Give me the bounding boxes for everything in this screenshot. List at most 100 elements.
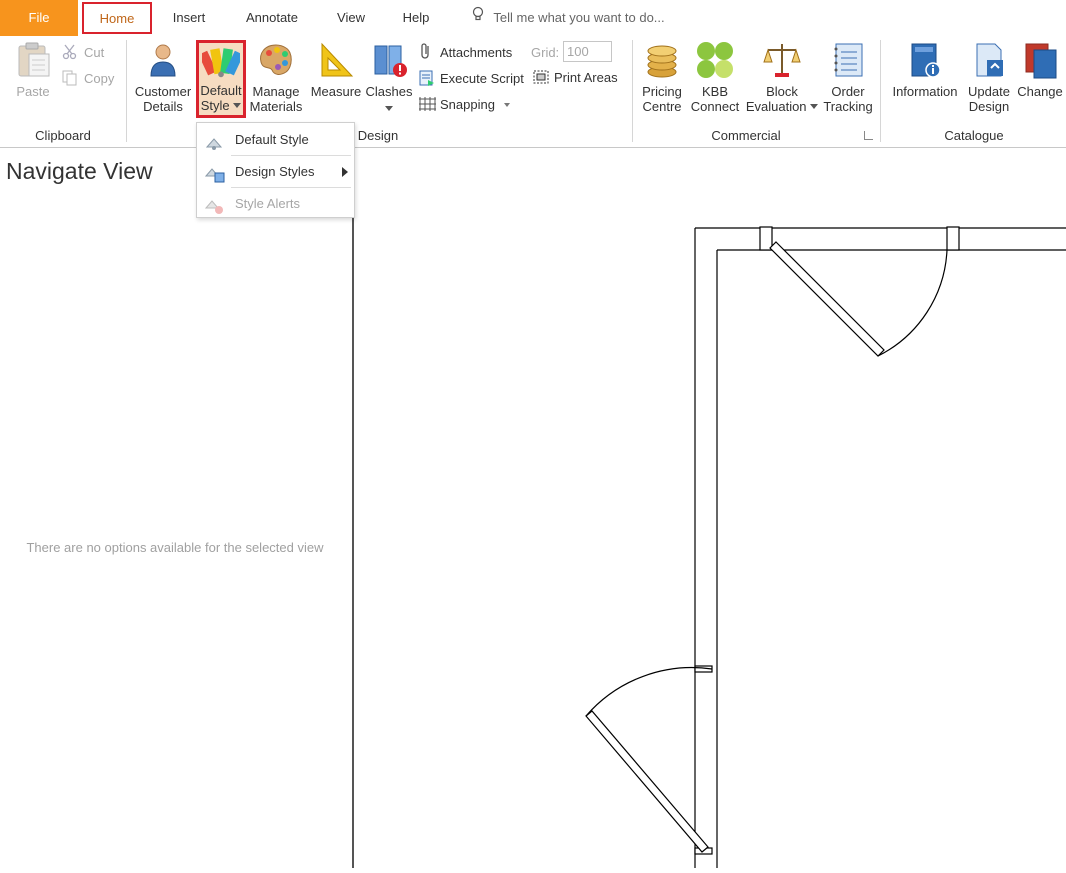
door-jamb	[759, 226, 773, 251]
ribbon: Paste Cut Copy Clipboard Customer Detail…	[0, 36, 1066, 148]
measure-label: Measure	[310, 84, 362, 99]
menu-item-design-styles[interactable]: Design Styles	[197, 157, 354, 187]
menu-item-label: Style Alerts	[235, 196, 301, 211]
color-swatches-icon	[202, 48, 240, 78]
notebook-icon	[834, 43, 863, 77]
paste-button[interactable]: Paste	[10, 40, 56, 99]
customer-details-label-2: Details	[143, 99, 183, 114]
default-style-label-1: Default	[200, 83, 242, 98]
tab-help[interactable]: Help	[392, 0, 440, 36]
copy-label: Copy	[84, 71, 115, 86]
kbb-connect-icon	[697, 42, 733, 78]
door-jamb	[946, 226, 960, 251]
measure-button[interactable]: Measure	[308, 40, 364, 99]
kbb-connect-label-1: KBB	[701, 84, 728, 99]
menu-item-default-style[interactable]: Default Style	[197, 125, 354, 155]
execute-script-button[interactable]: Execute Script	[418, 68, 524, 90]
update-design-button[interactable]: Update Design	[964, 40, 1014, 114]
person-icon	[150, 44, 176, 77]
styles-icon	[204, 164, 225, 183]
block-evaluation-dropdown-icon	[810, 104, 819, 109]
snapping-button[interactable]: Snapping	[418, 94, 510, 116]
script-icon	[418, 70, 436, 86]
tell-me-placeholder: Tell me what you want to do...	[493, 10, 665, 25]
books-icon	[1025, 43, 1057, 79]
tab-annotate[interactable]: Annotate	[232, 0, 312, 36]
manage-materials-button[interactable]: Manage Materials	[248, 40, 304, 114]
style-alert-icon	[204, 196, 223, 214]
ribbon-tab-bar: File Home Insert Annotate View Help Tell…	[0, 0, 1066, 36]
submenu-arrow-icon	[342, 167, 348, 177]
kbb-connect-button[interactable]: KBB Connect	[688, 40, 742, 114]
menu-item-style-alerts[interactable]: Style Alerts	[197, 189, 354, 219]
door-swing-arc	[585, 666, 713, 717]
customer-details-button[interactable]: Customer Details	[132, 40, 194, 114]
paste-label: Paste	[16, 84, 50, 99]
clashes-dropdown-icon	[385, 106, 393, 111]
lightbulb-icon	[472, 0, 490, 36]
menu-item-label: Design Styles	[235, 164, 315, 179]
block-evaluation-label-2: Evaluation	[745, 99, 807, 114]
manage-materials-label-1: Manage	[252, 84, 300, 99]
kbb-connect-label-2: Connect	[690, 99, 740, 114]
print-areas-button[interactable]: Print Areas	[532, 67, 618, 89]
group-label-catalogue: Catalogue	[944, 128, 1004, 143]
menu-item-label: Default Style	[235, 132, 309, 147]
tab-home[interactable]: Home	[82, 2, 152, 34]
group-separator	[126, 40, 127, 142]
info-book-icon	[911, 43, 941, 78]
information-label: Information	[892, 84, 958, 99]
tab-view[interactable]: View	[326, 0, 376, 36]
attachments-label: Attachments	[440, 45, 513, 60]
cut-button[interactable]: Cut	[62, 42, 104, 64]
set-square-icon	[321, 42, 354, 77]
group-label-design: Design	[357, 128, 399, 143]
change-button[interactable]: Change	[1014, 40, 1066, 99]
commercial-dialog-launcher-icon[interactable]	[864, 131, 873, 140]
snapping-label: Snapping	[440, 97, 495, 112]
snapping-dropdown-icon	[503, 103, 510, 107]
tab-file[interactable]: File	[0, 0, 78, 36]
attachments-button[interactable]: Attachments	[418, 42, 512, 64]
tell-me-search[interactable]: Tell me what you want to do...	[472, 0, 665, 36]
default-style-button[interactable]: Default Style	[196, 40, 246, 118]
grid-label: Grid:	[531, 45, 560, 60]
scales-icon	[763, 44, 801, 77]
door-leaf	[769, 241, 885, 357]
print-area-icon	[532, 69, 550, 85]
group-label-commercial: Commercial	[711, 128, 781, 143]
default-style-label-2: Style	[200, 98, 230, 113]
clashes-label: Clashes	[365, 84, 413, 99]
group-separator	[880, 40, 881, 142]
paint-palette-icon	[260, 44, 292, 75]
navigate-view-pane: Navigate View There are no options avail…	[0, 150, 354, 868]
manage-materials-label-2: Materials	[249, 99, 303, 114]
copy-button[interactable]: Copy	[62, 68, 114, 90]
clash-warning-icon	[374, 45, 407, 77]
tab-insert[interactable]: Insert	[162, 0, 216, 36]
print-areas-label: Print Areas	[554, 70, 618, 85]
change-label: Change	[1017, 84, 1063, 99]
dropdown-arrow-icon	[233, 103, 242, 108]
door-leaf	[585, 710, 709, 853]
pane-title: Navigate View	[6, 158, 153, 184]
floor-plan-drawing	[585, 226, 1066, 868]
scissors-icon	[62, 44, 80, 60]
group-separator	[632, 40, 633, 142]
door-swing-arc	[877, 249, 948, 357]
pricing-centre-button[interactable]: Pricing Centre	[638, 40, 686, 114]
pricing-centre-label-1: Pricing	[642, 84, 682, 99]
paste-icon	[18, 42, 50, 77]
group-label-clipboard: Clipboard	[35, 128, 91, 143]
clashes-button[interactable]: Clashes	[364, 40, 414, 114]
copy-icon	[62, 70, 80, 86]
order-tracking-label-2: Tracking	[823, 99, 873, 114]
block-evaluation-button[interactable]: Block Evaluation	[744, 40, 820, 114]
drawing-canvas[interactable]	[356, 150, 1066, 868]
empty-state-message: There are no options available for the s…	[26, 540, 324, 555]
information-button[interactable]: Information	[888, 40, 962, 99]
order-tracking-button[interactable]: Order Tracking	[822, 40, 874, 114]
grid-size-input[interactable]: 100	[563, 41, 612, 62]
customer-details-label-1: Customer	[134, 84, 192, 99]
swatch-icon	[205, 132, 223, 150]
